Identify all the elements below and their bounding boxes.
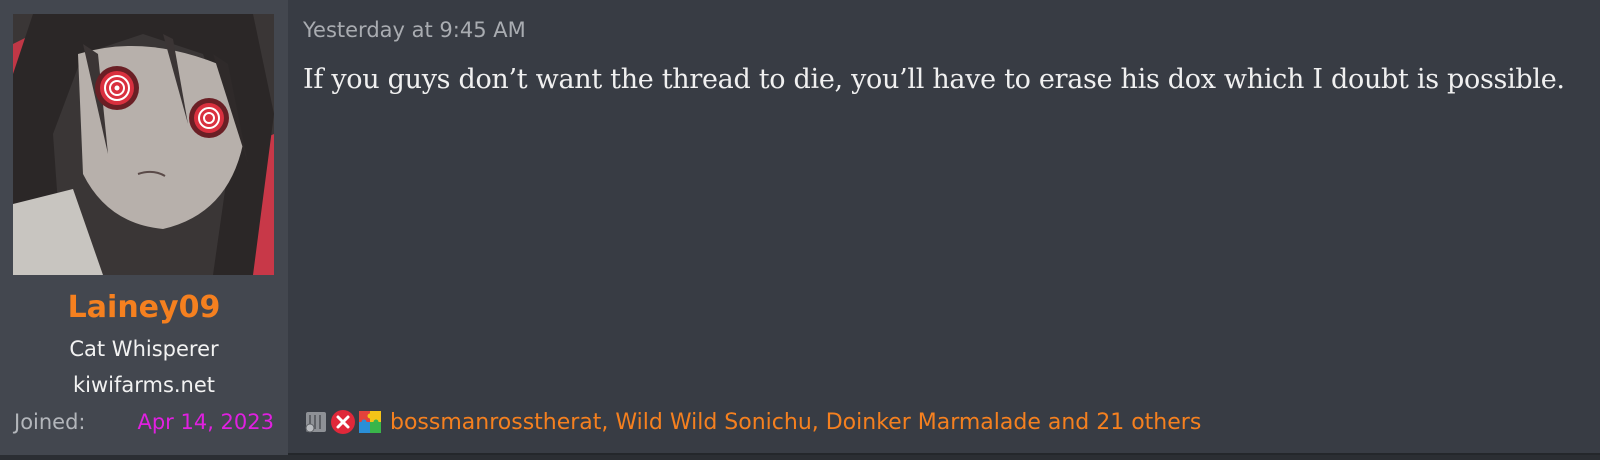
reactions-bar[interactable]: bossmanrosstherat, Wild Wild Sonichu, Do… <box>303 407 1201 437</box>
user-info-panel: Lainey09 Cat Whisperer kiwifarms.net Joi… <box>0 0 288 455</box>
post-message: If you guys don’t want the thread to die… <box>303 64 1565 95</box>
user-title: Cat Whisperer <box>69 337 219 361</box>
forum-post: Lainey09 Cat Whisperer kiwifarms.net Joi… <box>0 0 1600 455</box>
autism-puzzle-icon <box>357 409 383 435</box>
joined-label: Joined: <box>14 410 86 434</box>
username-link[interactable]: Lainey09 <box>0 290 288 325</box>
user-banner: kiwifarms.net <box>72 373 216 397</box>
joined-date: Apr 14, 2023 <box>137 410 274 434</box>
reaction-users-link[interactable]: bossmanrosstherat, Wild Wild Sonichu, Do… <box>390 410 1201 435</box>
x-mark-icon <box>330 409 356 435</box>
dumpster-fire-icon <box>303 409 329 435</box>
avatar-illustration <box>13 14 274 275</box>
user-avatar[interactable] <box>13 14 274 275</box>
post-timestamp[interactable]: Yesterday at 9:45 AM <box>303 18 526 42</box>
